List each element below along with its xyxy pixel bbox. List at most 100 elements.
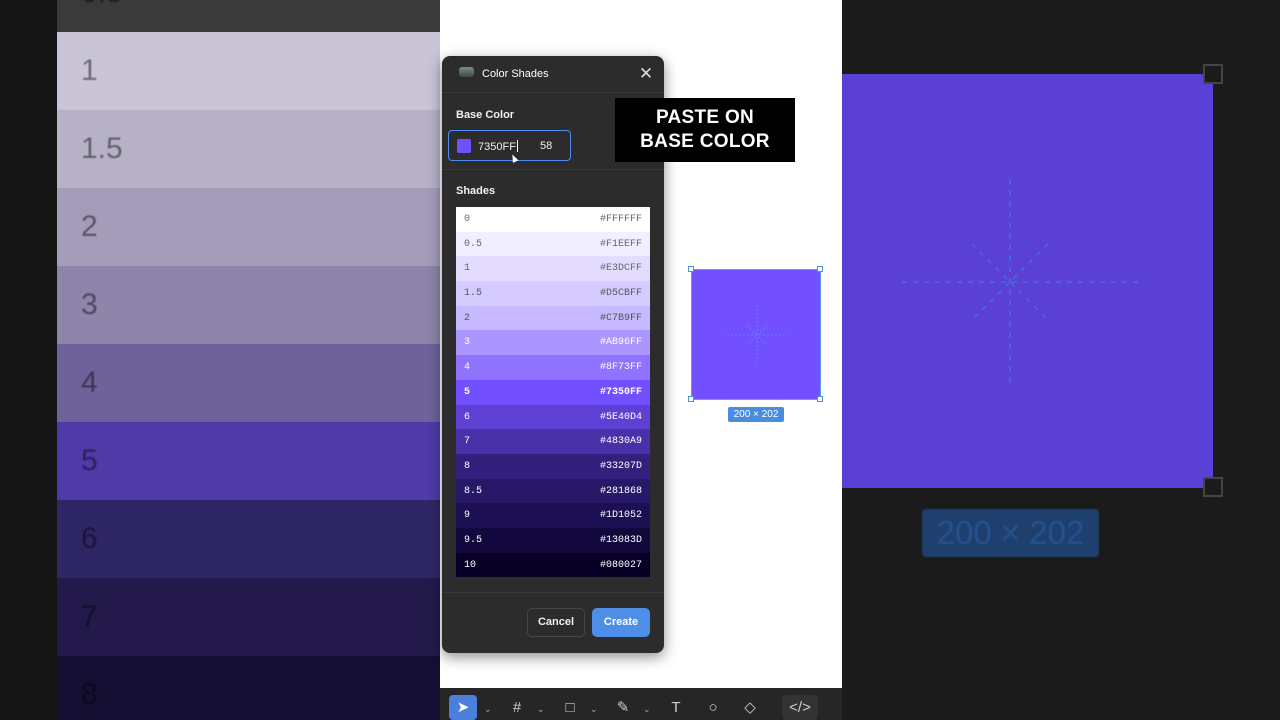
size-badge: 200 × 202: [728, 407, 784, 422]
zoomed-center-guides: [902, 179, 1142, 384]
shade-hex: #AB96FF: [599, 337, 642, 349]
move-icon[interactable]: ➤: [449, 695, 477, 720]
shade-level: 8.5: [464, 485, 483, 497]
shade-row[interactable]: 10 #080027: [456, 552, 650, 578]
divider: [442, 169, 664, 170]
shade-row[interactable]: 8 #33207D: [456, 453, 650, 479]
base-color-hex-field[interactable]: 7350FF: [478, 140, 518, 153]
shade-row[interactable]: 5 #7350FF: [456, 379, 650, 405]
resize-handle-top-right[interactable]: [817, 266, 823, 272]
zoomed-shade-row: 1: [57, 32, 440, 110]
shade-row[interactable]: 1 #E3DCFF: [456, 256, 650, 282]
shade-hex: #5E40D4: [599, 411, 642, 423]
close-icon[interactable]: ✕: [638, 65, 654, 82]
zoomed-shade-level: 1.5: [81, 132, 123, 165]
shade-level: 4: [464, 362, 471, 374]
shade-hex: #1D1052: [599, 510, 642, 522]
chevron-down-icon[interactable]: ⌄: [590, 704, 598, 715]
shade-row[interactable]: 7 #4830A9: [456, 429, 650, 454]
shade-level: 7: [464, 436, 471, 448]
caption-line-1: PASTE ON: [655, 107, 755, 128]
resize-handle-bottom-right[interactable]: [817, 396, 823, 402]
shade-hex: #E3DCFF: [599, 263, 642, 275]
zoomed-shade-level: 3: [81, 288, 98, 321]
shade-level: 9: [464, 510, 471, 522]
code-icon[interactable]: </>: [782, 695, 818, 720]
shades-list: 0 #FFFFFF 0.5 #F1EEFF 1 #E3DCFF 1.5 #D5CBFF 2 #C7…: [456, 207, 650, 578]
zoomed-shade-row: 5: [57, 422, 440, 500]
chevron-down-icon[interactable]: ⌄: [537, 704, 545, 715]
zoomed-shades-background: 0.5 1 1.5 2 3 4 5 6 7 8: [0, 0, 440, 720]
zoomed-shade-level: 7: [81, 600, 98, 633]
shade-hex: #D5CBFF: [599, 288, 642, 300]
bottom-toolbar: ➤ ⌄ # ⌄ □ ⌄ ✎ ⌄ T ○ ◇ </>: [440, 688, 842, 720]
ellipse-icon[interactable]: ○: [699, 695, 727, 720]
shade-row[interactable]: 9.5 #13083D: [456, 527, 650, 553]
zoomed-shade-level: 8: [81, 678, 98, 711]
shade-row[interactable]: 3 #AB96FF: [456, 330, 650, 356]
shade-row[interactable]: 1.5 #D5CBFF: [456, 281, 650, 306]
shade-row[interactable]: 2 #C7B9FF: [456, 305, 650, 331]
shade-hex: #13083D: [599, 534, 642, 546]
chevron-down-icon[interactable]: ⌄: [484, 704, 492, 715]
plugin-icon: [459, 67, 474, 77]
create-button[interactable]: Create: [592, 608, 650, 637]
shade-hex: #F1EEFF: [599, 238, 642, 250]
zoomed-size-badge: 200 × 202: [922, 509, 1099, 557]
resize-handle-top-left[interactable]: [688, 266, 694, 272]
rectangle-icon[interactable]: □: [556, 695, 584, 720]
shade-level: 2: [464, 312, 471, 324]
zoomed-resize-handle-top-right: [1203, 64, 1223, 84]
shade-level: 10: [464, 559, 477, 571]
shade-row[interactable]: 8.5 #281868: [456, 478, 650, 504]
shade-hex: #8F73FF: [599, 362, 642, 374]
frame-icon[interactable]: #: [503, 695, 531, 720]
shade-level: 8: [464, 460, 471, 472]
shade-level: 6: [464, 411, 471, 423]
shade-level: 3: [464, 337, 471, 349]
shade-level: 9.5: [464, 534, 483, 546]
shade-level: 0.5: [464, 238, 483, 250]
shade-row[interactable]: 4 #8F73FF: [456, 355, 650, 380]
center-guides: [727, 305, 787, 365]
zoomed-shade-level: 1: [81, 54, 98, 87]
dialog-header: Color Shades ✕: [442, 56, 664, 93]
zoomed-shade-row: 8: [57, 656, 440, 720]
shade-row[interactable]: 0.5 #F1EEFF: [456, 231, 650, 257]
cancel-button[interactable]: Cancel: [527, 608, 585, 637]
base-color-label: Base Color: [456, 109, 515, 121]
text-icon[interactable]: T: [662, 695, 690, 720]
shade-hex: #33207D: [599, 460, 642, 472]
caption-line-2: BASE COLOR: [640, 131, 770, 152]
zoomed-shade-row: 3: [57, 266, 440, 344]
resize-handle-bottom-left[interactable]: [688, 396, 694, 402]
dialog-title: Color Shades: [482, 68, 549, 80]
selected-frame[interactable]: [691, 269, 821, 400]
shade-hex: #281868: [599, 485, 642, 497]
shades-label: Shades: [456, 185, 496, 197]
shade-hex: #C7B9FF: [599, 312, 642, 324]
shade-row[interactable]: 9 #1D1052: [456, 503, 650, 528]
zoomed-shade-level: 6: [81, 522, 98, 555]
zoomed-shade-level: 2: [81, 210, 98, 243]
base-color-percent-field[interactable]: 58: [540, 140, 552, 152]
components-icon[interactable]: ◇: [736, 695, 764, 720]
zoomed-frame-background: 200 × 202: [842, 0, 1280, 720]
screen: 0.5 1 1.5 2 3 4 5 6 7 8 200 × 202 ➤ ⌄ # ⌄ □ ⌄ ✎ ⌄…: [0, 0, 1280, 720]
shade-row[interactable]: 0 #FFFFFF: [456, 207, 650, 232]
zoomed-resize-handle-bottom-right: [1203, 477, 1223, 497]
pen-icon[interactable]: ✎: [609, 695, 637, 720]
shade-row[interactable]: 6 #5E40D4: [456, 404, 650, 430]
zoomed-shade-level: 0.5: [81, 0, 123, 10]
shade-level: 5: [464, 386, 471, 398]
shade-hex: #7350FF: [599, 386, 642, 398]
shade-hex: #080027: [599, 559, 642, 571]
shade-level: 1.5: [464, 288, 483, 300]
text-caret: [516, 140, 518, 152]
chevron-down-icon[interactable]: ⌄: [643, 704, 651, 715]
base-color-swatch[interactable]: [457, 139, 471, 153]
zoomed-shade-level: 5: [81, 444, 98, 477]
zoomed-shade-row: 4: [57, 344, 440, 422]
base-color-hex-value: 7350FF: [478, 141, 516, 153]
shade-level: 0: [464, 214, 471, 225]
